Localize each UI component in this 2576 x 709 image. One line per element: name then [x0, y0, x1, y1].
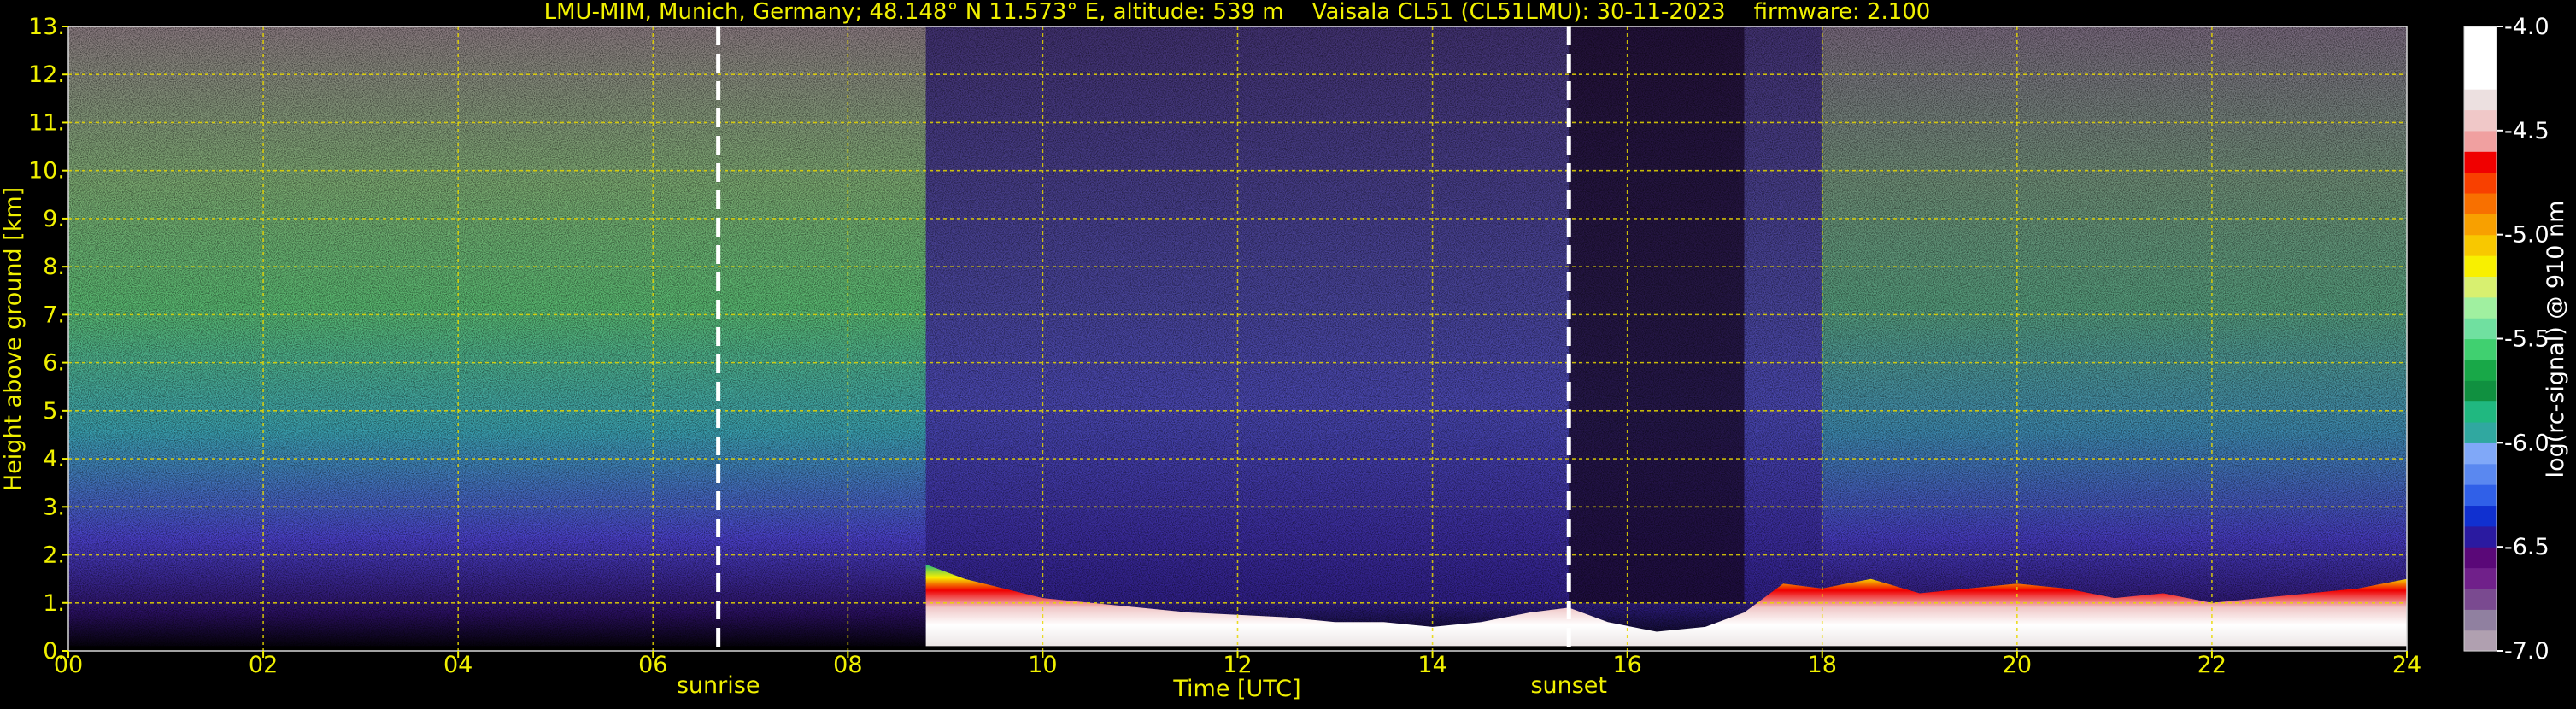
colorbar-segment: [2464, 47, 2497, 69]
colorbar-segment: [2464, 380, 2497, 402]
colorbar-segment: [2464, 505, 2497, 527]
colorbar: -4.0-4.5-5.0-5.5-6.0-6.5-7.0: [2463, 14, 2550, 665]
x-tick-label: 10: [1028, 652, 1057, 678]
colorbar-segment: [2464, 525, 2497, 548]
colorbar-segment: [2464, 359, 2497, 381]
colorbar-segment: [2464, 338, 2497, 360]
speckle-overlay: [68, 26, 2407, 651]
colorbar-tick-label: -7.0: [2504, 638, 2550, 665]
ceilometer-chart: sunrise sunset 00 02 04 06 08 10 12 14 16 18 20 22 24…: [0, 0, 2576, 706]
colorbar-segment: [2464, 130, 2497, 152]
x-tick-label: 08: [833, 652, 862, 678]
y-tick-label: 10.: [28, 158, 65, 185]
colorbar-segment: [2464, 214, 2497, 236]
colorbar-segment: [2464, 255, 2497, 277]
colorbar-segment: [2464, 567, 2497, 589]
x-axis-label: Time [UTC]: [1172, 676, 1300, 702]
y-tick-label: 7.: [43, 302, 65, 328]
chart-title: LMU-MIM, Munich, Germany; 48.148° N 11.5…: [544, 0, 1931, 25]
chart-svg: sunrise sunset 00 02 04 06 08 10 12 14 16 18 20 22 24…: [0, 0, 2569, 702]
sunrise-label: sunrise: [677, 672, 760, 699]
colorbar-segment: [2464, 67, 2497, 90]
colorbar-segment: [2464, 89, 2497, 111]
colorbar-segment: [2464, 463, 2497, 485]
x-tick-label: 04: [443, 652, 472, 678]
y-tick-label: 4.: [43, 446, 65, 472]
colorbar-segment: [2464, 296, 2497, 319]
colorbar-segment: [2464, 547, 2497, 569]
colorbar-segment: [2464, 318, 2497, 340]
colorbar-label: log(rc-signal) @ 910 nm: [2543, 201, 2569, 478]
x-tick-label: 12: [1223, 652, 1252, 678]
colorbar-segment: [2464, 609, 2497, 631]
x-tick-label: 22: [2198, 652, 2227, 678]
colorbar-segment: [2464, 276, 2497, 298]
colorbar-segment: [2464, 484, 2497, 507]
y-tick-label: 1.: [43, 590, 65, 617]
y-tick-label: 8.: [43, 254, 65, 280]
y-tick-label: 13.: [28, 14, 65, 40]
y-tick-label: 0.: [43, 638, 65, 665]
colorbar-segment: [2464, 630, 2497, 652]
x-tick-label: 06: [638, 652, 667, 678]
y-tick-label: 5.: [43, 398, 65, 425]
colorbar-segment: [2464, 192, 2497, 214]
y-tick-label: 11.: [28, 109, 65, 136]
plot-area: [68, 26, 2407, 651]
colorbar-segment: [2464, 172, 2497, 194]
x-tick-label: 02: [249, 652, 278, 678]
y-tick-label: 9.: [43, 206, 65, 232]
x-tick-label: 18: [1808, 652, 1837, 678]
colorbar-segment: [2464, 26, 2497, 48]
y-tick-label: 3.: [43, 494, 65, 520]
y-tick-label: 6.: [43, 350, 65, 377]
y-tick-label: 2.: [43, 542, 65, 569]
colorbar-segment: [2464, 442, 2497, 465]
colorbar-segment: [2464, 234, 2497, 256]
sunset-label: sunset: [1530, 672, 1607, 699]
x-tick-label: 24: [2392, 652, 2421, 678]
x-tick-label: 20: [2003, 652, 2032, 678]
y-axis-label: Height above ground [km]: [0, 187, 26, 491]
colorbar-tick-label: -4.0: [2504, 14, 2550, 40]
colorbar-segment: [2464, 421, 2497, 443]
x-tick-label: 16: [1612, 652, 1641, 678]
colorbar-tick-label: -4.5: [2504, 118, 2550, 144]
colorbar-segment: [2464, 109, 2497, 132]
colorbar-segment: [2464, 151, 2497, 173]
colorbar-segment: [2464, 401, 2497, 423]
colorbar-tick-label: -6.5: [2504, 534, 2550, 560]
colorbar-segment: [2464, 588, 2497, 610]
x-tick-label: 14: [1417, 652, 1446, 678]
y-tick-label: 12.: [28, 62, 65, 88]
